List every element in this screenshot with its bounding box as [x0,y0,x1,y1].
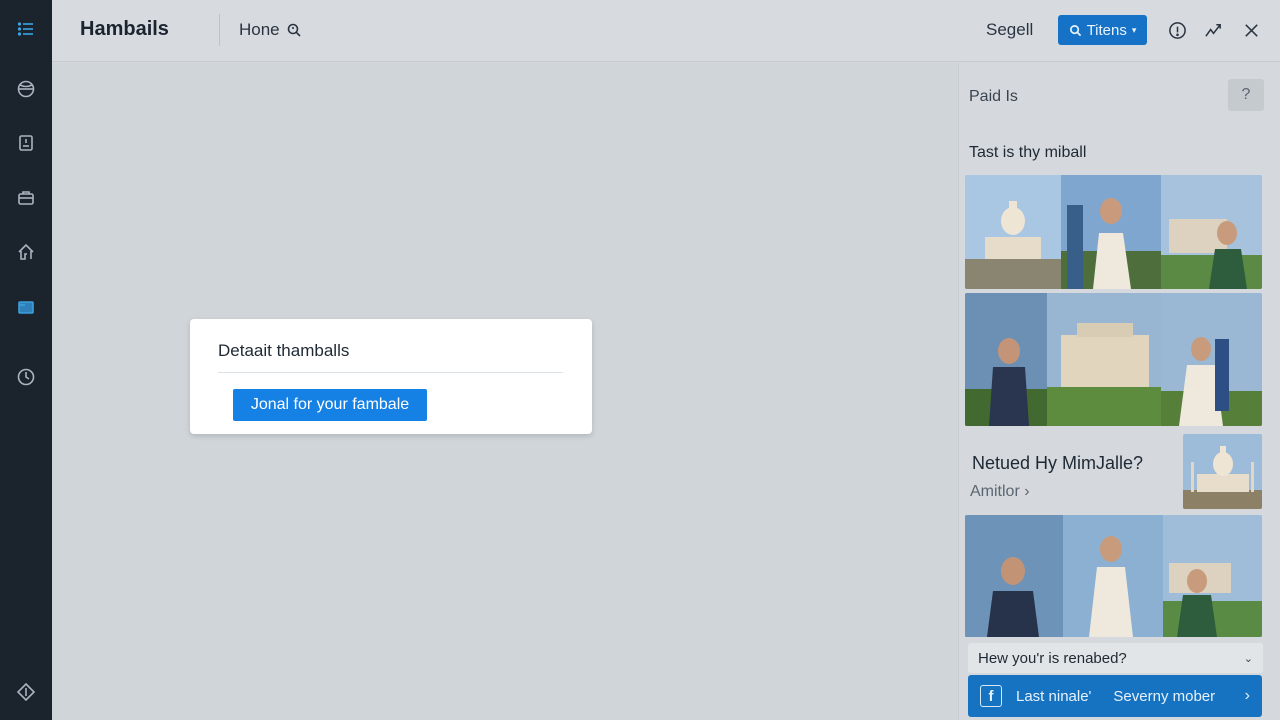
panel-heading: Paid Is [969,88,1018,105]
home-link[interactable]: Hone [239,20,302,40]
globe-icon[interactable] [14,77,38,101]
briefcase-icon[interactable] [14,186,38,210]
app-title: Hambails [80,18,169,40]
clock-icon[interactable] [14,365,38,389]
chevron-right-icon: › [1244,687,1250,704]
thumbnail-dialog: Detaait thamballs Jonal for your fambale [190,319,592,434]
info-icon[interactable] [1166,19,1188,41]
dialog-primary-button[interactable]: Jonal for your fambale [233,389,427,421]
titens-button[interactable]: Titens ▾ [1058,15,1147,45]
featured-author-link[interactable]: Amitlor › [970,483,1030,501]
monitor-icon[interactable] [14,296,38,320]
featured-title[interactable]: Netued Hy MimJalle? [972,453,1143,474]
search-icon [1069,24,1081,36]
featured-thumbnail[interactable] [1183,434,1262,509]
thumbnail-image[interactable] [965,515,1262,637]
facebook-promo-bar[interactable]: f Last ninale' Severny mober › [968,675,1262,717]
dialog-title: Detaait thamballs [218,341,350,360]
close-icon[interactable] [1240,19,1262,41]
dropdown-label: Hew you'r is renabed? [978,649,1127,667]
chevron-down-icon: ▾ [1131,24,1137,35]
chevron-down-icon: ⌄ [1243,652,1253,665]
diamond-icon[interactable] [14,680,38,704]
sidebar-rail [0,0,52,720]
titens-label: Titens [1086,21,1127,39]
facebook-icon: f [980,685,1002,707]
home-icon[interactable] [14,240,38,264]
panel-subheading: Tast is thy miball [969,144,1087,161]
search-icon [287,23,301,37]
help-button[interactable]: ? [1228,79,1264,111]
thumbnail-image[interactable] [965,175,1262,289]
top-bar: Hambails Hone Segell Titens ▾ [52,0,1280,62]
list-icon[interactable] [14,17,38,41]
home-label: Hone [239,20,280,39]
thumbnail-image[interactable] [965,293,1262,426]
clipboard-icon[interactable] [14,131,38,155]
header-divider [219,14,220,46]
review-dropdown[interactable]: Hew you'r is renabed? ⌄ [968,643,1263,673]
right-panel: Paid Is ? Tast is thy miball Netued Hy M… [958,63,1280,720]
segell-link[interactable]: Segell [986,20,1033,40]
promo-left-text: Last ninale' [1016,687,1092,705]
dialog-divider [218,372,563,373]
activity-icon[interactable] [1202,19,1224,41]
promo-right-text: Severny mober [1113,687,1216,705]
